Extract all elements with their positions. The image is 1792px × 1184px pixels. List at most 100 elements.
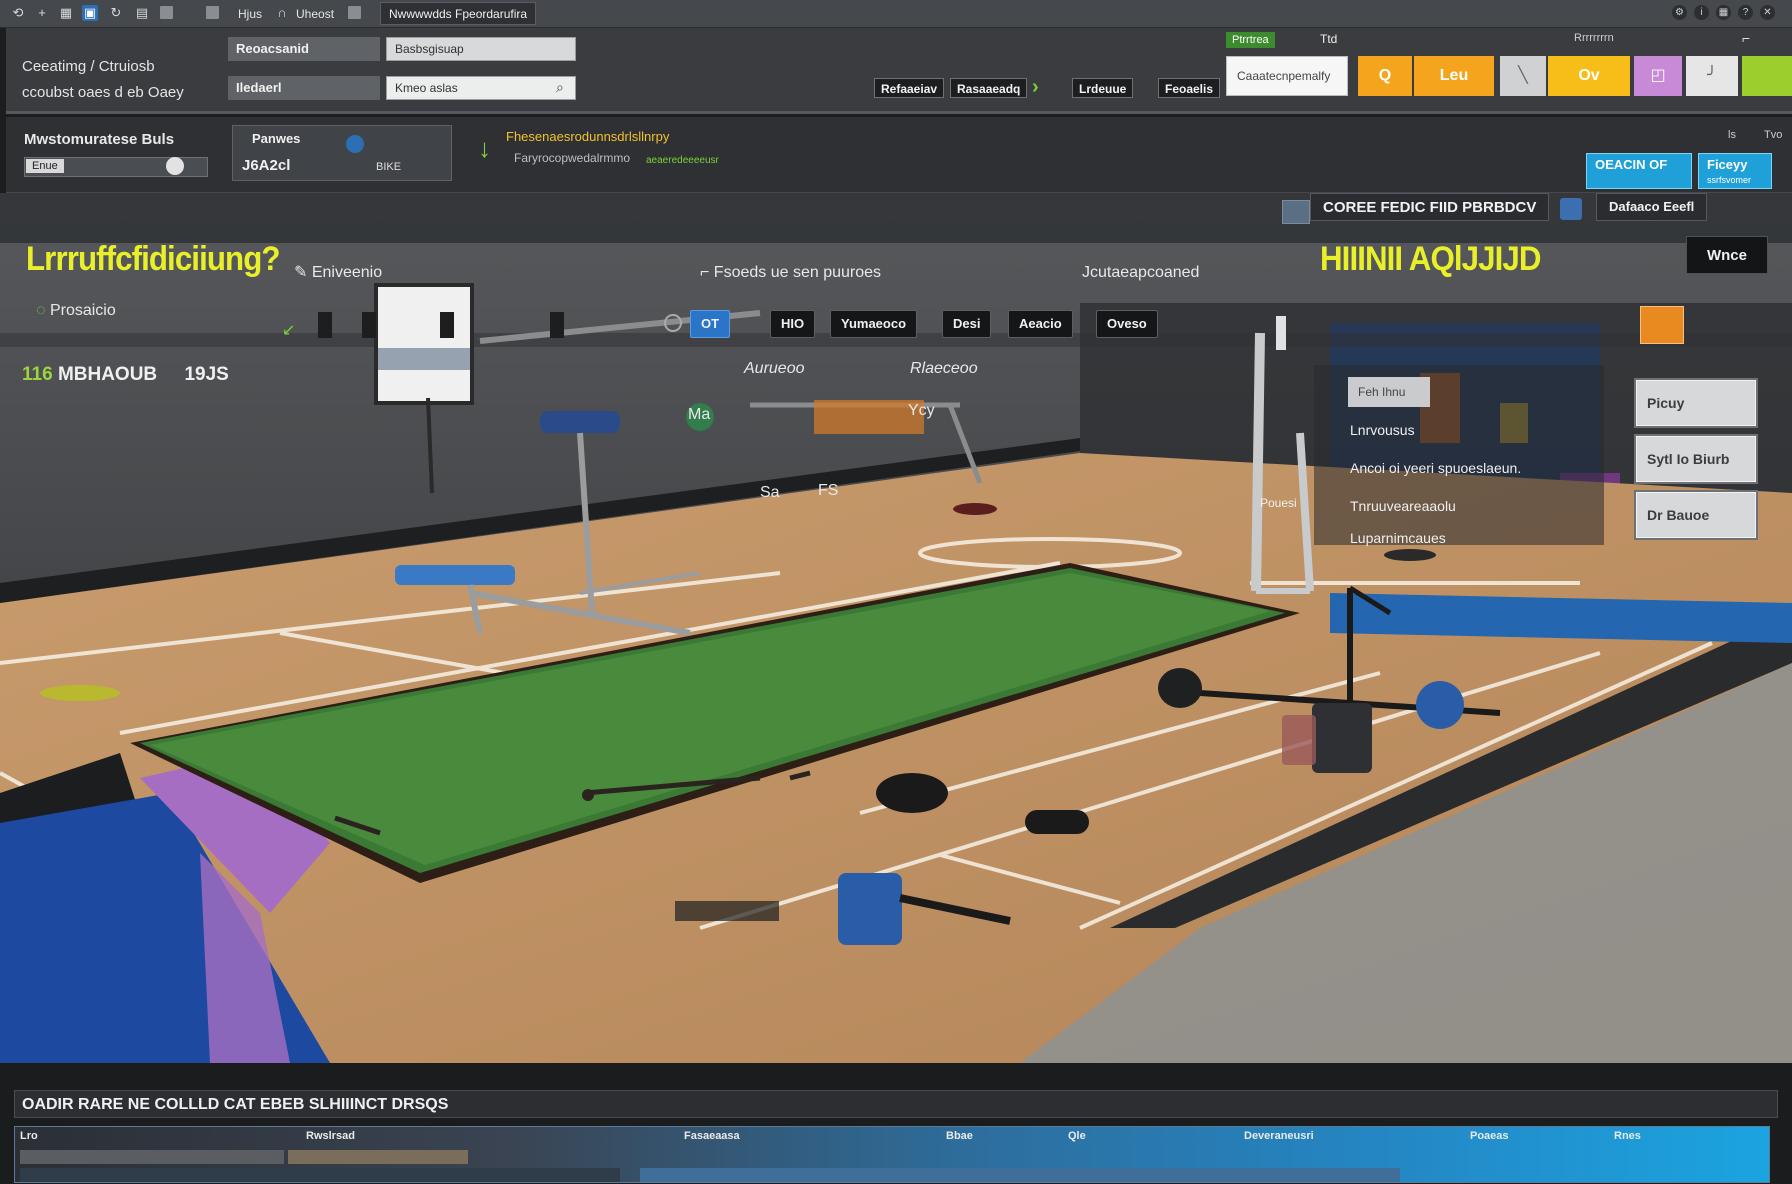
right-panel-tab[interactable]: COREE FEDIC FIID PBRBDCV <box>1310 193 1550 221</box>
timeline-clip[interactable] <box>640 1168 1400 1182</box>
measure-value: FS <box>818 482 839 499</box>
refresh-icon[interactable]: ⟲ <box>10 5 26 21</box>
pin-icon: ⌐ <box>700 264 714 281</box>
timeline-column[interactable]: Qle <box>1068 1130 1086 1142</box>
toolbar-button[interactable]: Lrdeuue <box>1072 78 1134 98</box>
timeline-column[interactable]: Bbae <box>946 1130 973 1142</box>
close-icon[interactable]: ✕ <box>1760 5 1775 20</box>
record-icon[interactable] <box>664 314 682 332</box>
tile-button[interactable]: Q <box>1358 56 1412 96</box>
timeline-column[interactable]: Deveraneusri <box>1244 1130 1314 1142</box>
save-icon[interactable]: ▣ <box>82 5 98 21</box>
help-icon[interactable]: ? <box>1738 5 1753 20</box>
tile-button[interactable] <box>1742 56 1792 96</box>
timeline-clip[interactable] <box>20 1150 284 1164</box>
tile-button[interactable]: Ov <box>1548 56 1630 96</box>
search-icon[interactable]: ⌕ <box>556 79 564 96</box>
status-badge: Ptrrtrea <box>1226 32 1275 48</box>
side-button[interactable]: Sytl Io Biurb <box>1636 436 1756 482</box>
titlebar-label[interactable]: Hjus <box>238 7 262 21</box>
tile-button[interactable]: ╲ <box>1500 56 1546 96</box>
list-item[interactable]: Tnruuveareaaolu <box>1350 498 1456 514</box>
sub-chip[interactable]: Enue <box>26 159 64 173</box>
window-icon[interactable] <box>206 6 219 19</box>
quick-label[interactable]: Jcutaeapcoaned <box>1082 264 1199 282</box>
list-item[interactable]: Luparnimcaues <box>1350 530 1446 546</box>
pin-icon[interactable]: ⌐ <box>1742 30 1750 46</box>
info-icon[interactable] <box>1282 200 1310 224</box>
grid-icon[interactable]: ▦ <box>58 5 74 21</box>
breadcrumb-line[interactable]: ccoubst oaes d eb Oaey <box>22 80 184 106</box>
filter-pill[interactable]: OT <box>690 310 731 338</box>
lock-icon[interactable]: ∩ <box>274 5 290 21</box>
toolbar-button[interactable]: Refaaeiav <box>874 78 945 98</box>
measure-label: Rlaeceoo <box>910 360 978 377</box>
list-item[interactable]: Lnrvousus <box>1350 422 1415 438</box>
history-icon[interactable]: ↻ <box>108 5 124 21</box>
measure-label: Aurueoo <box>744 360 805 377</box>
mini-label: Tvo <box>1764 129 1783 141</box>
tile-icon[interactable]: ▤ <box>134 5 150 21</box>
chevron-down-icon[interactable]: ↙ <box>282 320 295 340</box>
create-button[interactable]: OEACIN OF <box>1586 153 1692 189</box>
side-button[interactable]: Dr Bauoe <box>1636 492 1756 538</box>
timeline-marker[interactable] <box>550 312 564 338</box>
mode-button[interactable]: Wnce <box>1686 236 1768 274</box>
tile-button[interactable]: ◰ <box>1634 56 1682 96</box>
filter-button[interactable]: Ficeyy ssrfsvomer <box>1698 153 1772 189</box>
scroll-handle[interactable] <box>1276 316 1286 350</box>
titlebar-label[interactable]: Uheost <box>296 7 334 21</box>
panel-title: Panwes <box>252 131 301 146</box>
filter-pill[interactable]: Yumaeoco <box>830 310 918 338</box>
window-icon[interactable] <box>348 6 361 19</box>
timeline-column[interactable]: Rwslrsad <box>306 1130 355 1142</box>
timeline-column[interactable]: Poaeas <box>1470 1130 1509 1142</box>
chart-icon[interactable] <box>1640 306 1684 344</box>
breadcrumb-line[interactable]: Ceeatimg / Ctruiosb <box>22 54 184 80</box>
info-icon[interactable]: i <box>1694 5 1709 20</box>
chevron-right-icon[interactable]: › <box>1032 76 1039 99</box>
timeline-marker[interactable] <box>318 312 332 338</box>
sub-label[interactable]: ◌ Prosaicio <box>36 302 116 320</box>
right-panel-tab[interactable]: Dafaaco Eeefl <box>1596 193 1708 221</box>
field-input[interactable]: Basbsgisuap <box>386 37 576 61</box>
pin-label-text: Fsoeds ue sen puuroes <box>713 264 882 281</box>
panel-unit: BIKE <box>376 161 402 173</box>
breadcrumb[interactable]: Ceeatimg / Ctruiosb ccoubst oaes d eb Oa… <box>22 54 184 106</box>
pin-label[interactable]: ⌐ Fsoeds ue sen puuroes <box>700 264 881 282</box>
target-icon[interactable] <box>346 135 364 153</box>
side-button[interactable]: Picuy <box>1636 380 1756 426</box>
add-icon[interactable]: + <box>34 5 50 21</box>
details-chip[interactable]: Feh Ihnu <box>1348 377 1430 407</box>
toolbar-button[interactable]: Rasaaeadq <box>950 78 1028 98</box>
timeline-clip[interactable] <box>20 1168 620 1182</box>
edit-label[interactable]: ✎ Eniveenio <box>294 262 382 282</box>
toolbar-button[interactable]: Feoaelis <box>1158 78 1221 98</box>
timeline-column[interactable]: Fasaeaasa <box>684 1130 740 1142</box>
field-label: Reoacsanid <box>228 37 380 61</box>
filter-pill[interactable]: Aeacio <box>1008 310 1073 338</box>
quick-search-box[interactable]: Caaatecnpemalfy <box>1226 56 1348 96</box>
timeline-marker[interactable] <box>362 312 376 338</box>
timeline-column[interactable]: Lro <box>20 1130 38 1142</box>
timeline-clip[interactable] <box>288 1150 468 1164</box>
search-input[interactable]: Kmeo aslas <box>386 76 576 100</box>
headline-left: Lrrruffcfidiciiung? <box>26 240 281 278</box>
record-icon[interactable] <box>166 157 184 175</box>
tile-button[interactable]: Leu <box>1414 56 1494 96</box>
filter-pill[interactable]: HIO <box>770 310 816 338</box>
filter-pill[interactable]: Desi <box>942 310 992 338</box>
edit-icon: ✎ <box>294 264 312 281</box>
timeline-column[interactable]: Rnes <box>1614 1130 1641 1142</box>
settings-icon[interactable]: ⚙ <box>1672 5 1687 20</box>
list-item[interactable]: Ancoi oi yeeri spuoeslaeun. <box>1350 460 1521 476</box>
refresh-icon[interactable] <box>1560 198 1582 220</box>
filter-pill[interactable]: Oveso <box>1096 310 1158 338</box>
window-icon[interactable] <box>160 6 173 19</box>
timeline-marker[interactable] <box>440 312 454 338</box>
arrow-down-icon[interactable]: ↓ <box>478 133 491 164</box>
count-label: Ttd <box>1320 32 1338 46</box>
tile-button[interactable]: ╯ <box>1686 56 1738 96</box>
top-right-label: Rrrrrrrrn <box>1574 32 1614 44</box>
grid-icon[interactable]: ▦ <box>1716 5 1731 20</box>
